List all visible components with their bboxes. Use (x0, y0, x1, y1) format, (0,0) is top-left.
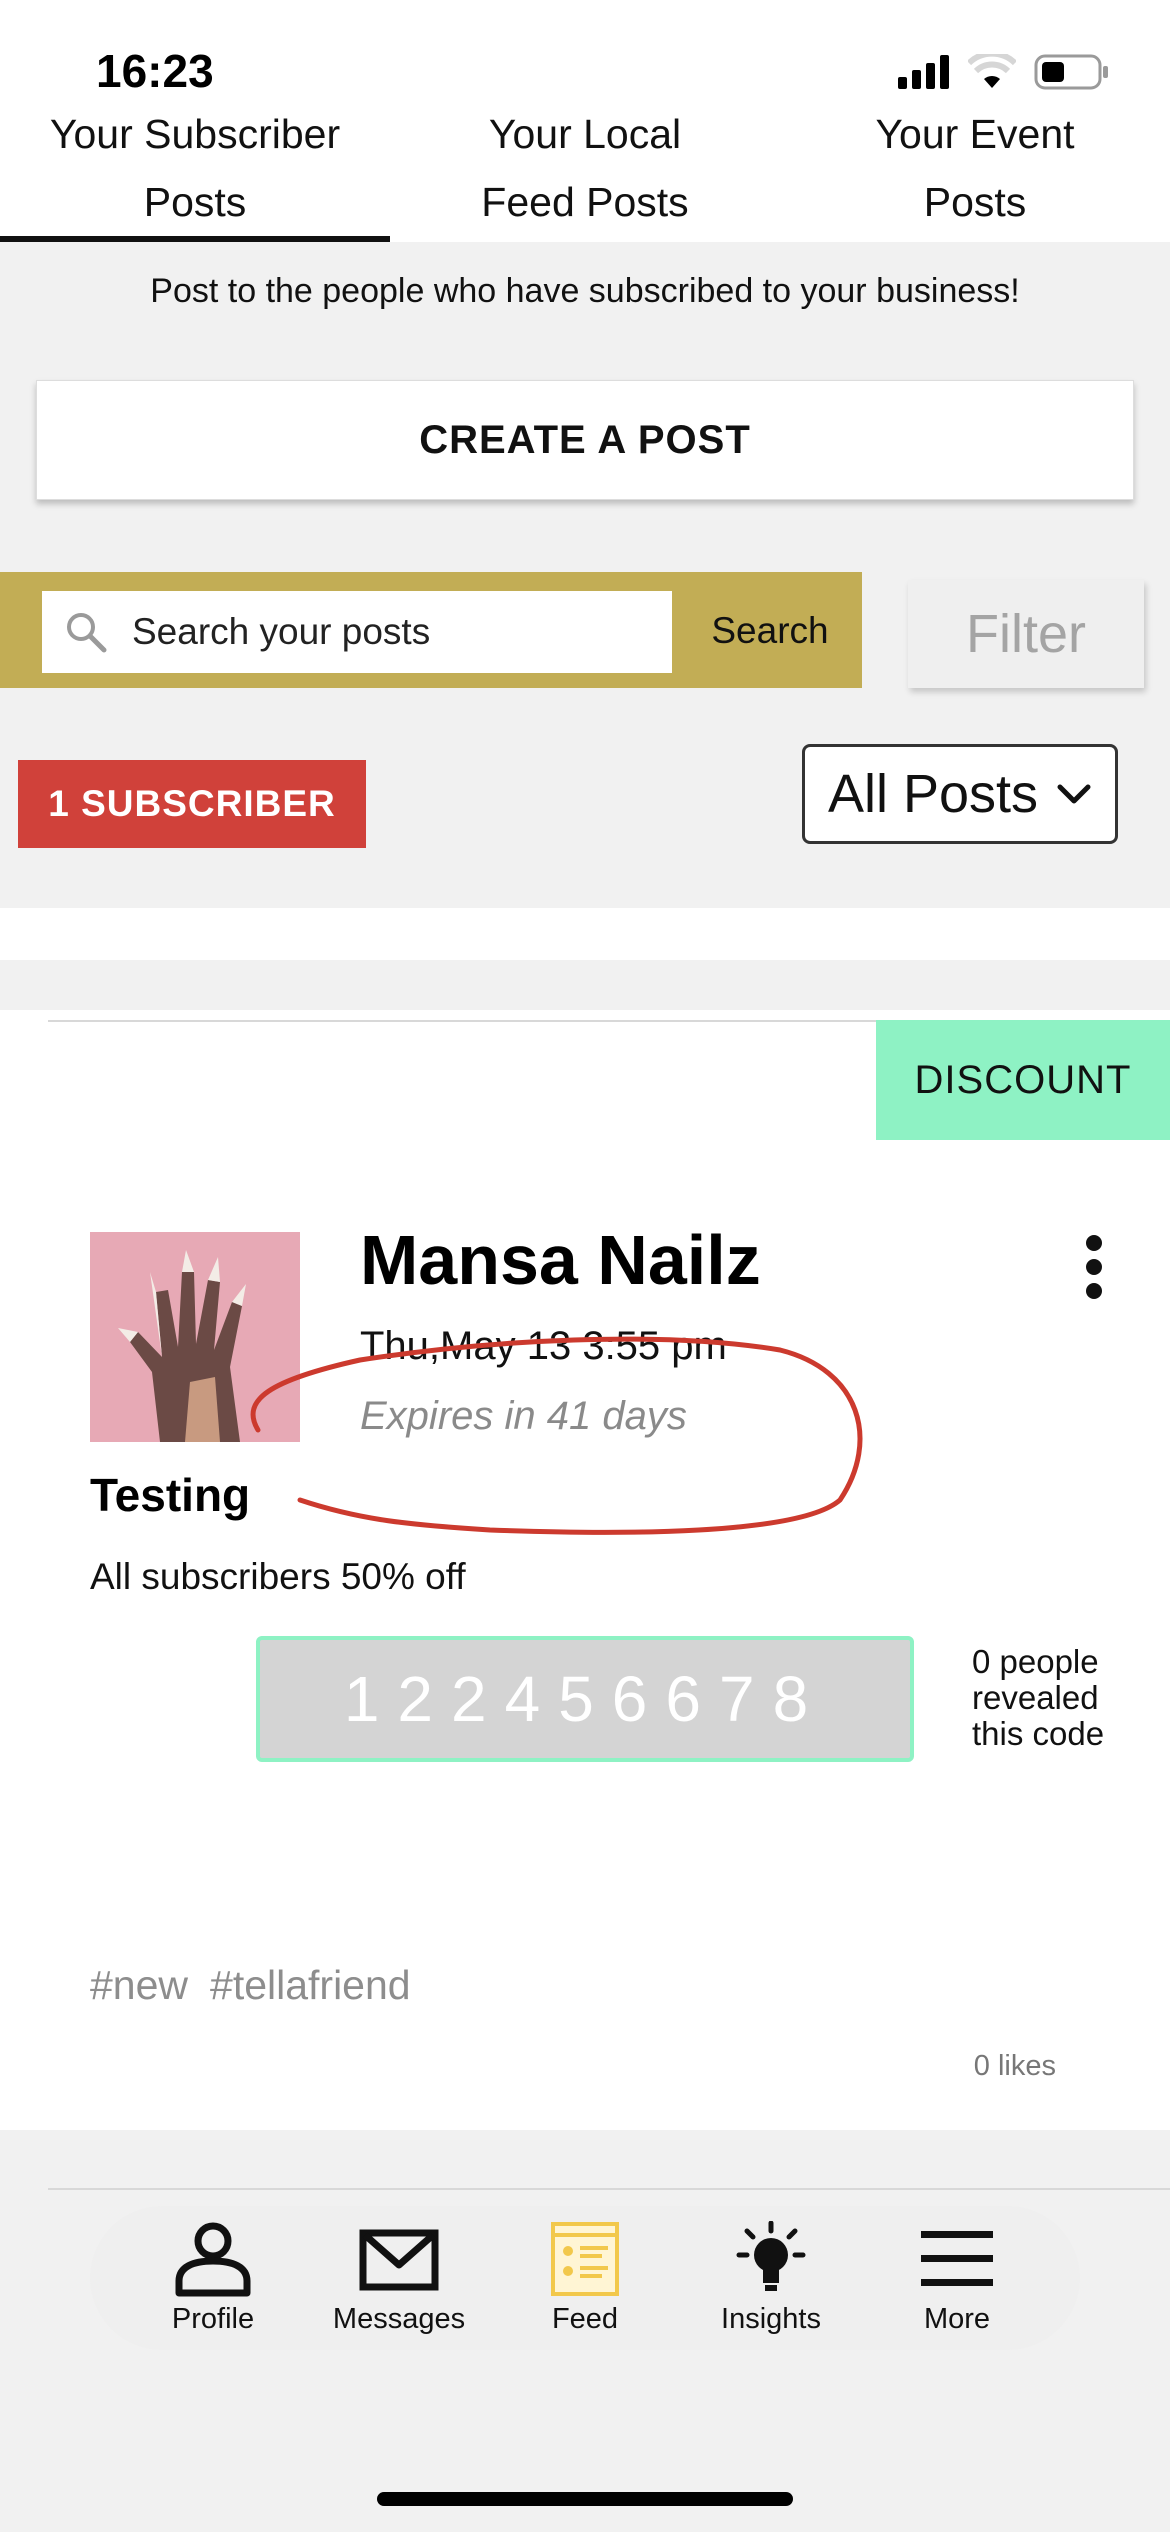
post-type-tabs: Your Subscriber Posts Your Local Feed Po… (0, 100, 1170, 242)
home-indicator[interactable] (377, 2492, 793, 2506)
search-input[interactable]: Search your posts (42, 591, 672, 673)
code-reveal-count: 0 people revealed this code (972, 1643, 1105, 1752)
likes-count: 0 likes (973, 2050, 1056, 2082)
nav-label: More (923, 2302, 991, 2335)
hashtags: #new #tellafriend (90, 1962, 411, 2009)
nav-more[interactable]: More (872, 2221, 1042, 2336)
search-bar: Search your posts Search (0, 572, 862, 688)
post-filter-selected: All Posts (827, 764, 1039, 824)
post-expiry: Expires in 41 days (360, 1394, 687, 1438)
tab-label: Posts (923, 179, 1027, 225)
discount-code[interactable]: 122456678 (256, 1636, 914, 1762)
filter-button[interactable]: Filter (908, 580, 1144, 688)
post-card: DISCOUNT Mansa Nailz Thu,May 13 3:55 pm … (0, 1010, 1170, 2130)
hashtag[interactable]: #tellafriend (210, 1962, 411, 2009)
nav-messages[interactable]: Messages (314, 2221, 484, 2336)
envelope-icon (359, 2229, 439, 2290)
tab-event-posts[interactable]: Your Event Posts (780, 100, 1170, 242)
subscriber-count-badge[interactable]: 1 SUBSCRIBER (18, 760, 366, 848)
feed-icon (551, 2221, 619, 2296)
person-icon (175, 2222, 251, 2296)
business-avatar[interactable] (90, 1232, 300, 1442)
battery-icon (1034, 54, 1108, 90)
more-options-icon[interactable] (1076, 1234, 1112, 1300)
tab-local-feed-posts[interactable]: Your Local Feed Posts (390, 100, 780, 242)
nav-profile[interactable]: Profile (128, 2221, 298, 2336)
nav-label: Feed (551, 2302, 619, 2335)
post-title: Testing (90, 1469, 251, 1521)
divider (48, 2188, 1170, 2190)
nav-insights[interactable]: Insights (686, 2220, 856, 2336)
wifi-icon (968, 54, 1016, 88)
tab-label: Your Subscriber (49, 111, 341, 157)
tab-label: Feed Posts (481, 179, 689, 225)
bottom-nav: Profile Messages Feed Insights More (90, 2206, 1080, 2350)
menu-icon (921, 2230, 993, 2286)
status-time: 16:23 (96, 45, 214, 97)
search-icon (67, 613, 107, 653)
discount-tag: DISCOUNT (876, 1020, 1170, 1140)
intro-text: Post to the people who have subscribed t… (150, 272, 1020, 310)
hand-photo (90, 1232, 300, 1442)
search-button[interactable]: Search (690, 598, 850, 664)
chevron-down-icon (1057, 784, 1091, 804)
tab-label: Your Event (875, 111, 1075, 157)
search-placeholder: Search your posts (132, 611, 431, 652)
tab-label: Your Local (488, 111, 682, 157)
signal-icon (898, 55, 949, 89)
tab-label: Posts (143, 179, 247, 225)
create-post-button[interactable]: CREATE A POST (36, 380, 1134, 500)
spacer-strip (0, 908, 1170, 960)
header: 16:23 Your Subscriber Posts Your Local F… (0, 0, 1170, 242)
tab-subscriber-posts[interactable]: Your Subscriber Posts (0, 100, 390, 242)
business-name[interactable]: Mansa Nailz (360, 1220, 761, 1300)
post-body: All subscribers 50% off (90, 1556, 466, 1597)
hashtag[interactable]: #new (90, 1962, 188, 2009)
nav-label: Insights (721, 2302, 821, 2335)
post-date: Thu,May 13 3:55 pm (360, 1324, 727, 1368)
nav-label: Profile (171, 2302, 255, 2335)
nav-feed[interactable]: Feed (500, 2221, 670, 2336)
status-icons (898, 54, 1110, 90)
lightbulb-icon (736, 2220, 806, 2291)
post-filter-dropdown[interactable]: All Posts (802, 744, 1118, 844)
nav-label: Messages (332, 2302, 466, 2335)
